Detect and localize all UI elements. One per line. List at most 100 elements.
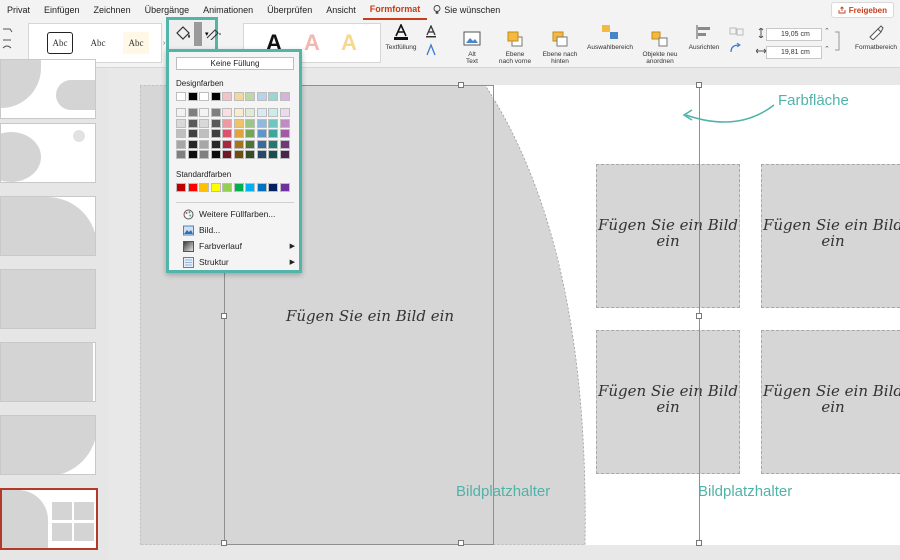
- theme-shade-swatch-1-0[interactable]: [176, 118, 186, 128]
- theme-shade-swatch-0-2[interactable]: [199, 108, 209, 117]
- theme-shade-swatch-1-7[interactable]: [256, 118, 267, 128]
- resize-handle-bl[interactable]: [221, 540, 227, 546]
- theme-color-swatch-5[interactable]: [233, 92, 244, 101]
- shape-width-field[interactable]: 19,81 cm: [766, 46, 822, 59]
- theme-shade-swatch-3-9[interactable]: [279, 139, 290, 149]
- standard-color-swatch-4[interactable]: [222, 183, 232, 192]
- standard-color-swatch-1[interactable]: [187, 183, 198, 192]
- theme-shade-swatch-4-1[interactable]: [187, 150, 198, 159]
- lock-aspect-icon[interactable]: [834, 30, 842, 52]
- slide-thumbnail-2[interactable]: [0, 123, 96, 183]
- theme-shade-swatch-4-3[interactable]: [210, 150, 221, 159]
- resize-handle-ml[interactable]: [221, 313, 227, 319]
- shape-style-sample-3[interactable]: Abc: [123, 32, 149, 54]
- theme-shade-swatch-0-0[interactable]: [176, 108, 186, 117]
- theme-shade-swatch-1-9[interactable]: [279, 118, 290, 128]
- theme-color-swatch-0[interactable]: [176, 92, 186, 101]
- tab-ansicht[interactable]: Ansicht: [319, 0, 363, 20]
- gradient-fill-item[interactable]: Farbverlauf ▶: [183, 239, 295, 253]
- theme-shade-swatch-0-9[interactable]: [279, 108, 290, 117]
- resize-handle-br[interactable]: [696, 540, 702, 546]
- theme-shade-swatch-2-4[interactable]: [222, 129, 232, 138]
- gallery-more-icon[interactable]: ›: [163, 40, 165, 47]
- picture-placeholder-1[interactable]: Fügen Sie ein Bild ein: [596, 164, 740, 308]
- standard-color-swatch-2[interactable]: [199, 183, 209, 192]
- theme-shade-swatch-2-2[interactable]: [199, 129, 209, 138]
- tell-me-box[interactable]: Sie wünschen: [427, 5, 500, 15]
- theme-shade-swatch-4-6[interactable]: [245, 150, 255, 159]
- insert-shapes-group[interactable]: [2, 26, 14, 58]
- standard-color-swatch-3[interactable]: [210, 183, 221, 192]
- tab-zeichnen[interactable]: Zeichnen: [87, 0, 138, 20]
- align-button[interactable]: Ausrichten: [684, 24, 724, 51]
- theme-shade-swatch-1-1[interactable]: [187, 118, 198, 128]
- theme-shade-swatch-3-0[interactable]: [176, 139, 186, 149]
- theme-shade-swatch-4-0[interactable]: [176, 150, 186, 159]
- tab-ueberpruefen[interactable]: Überprüfen: [260, 0, 319, 20]
- bring-forward-button[interactable]: Ebene nach vorne: [494, 24, 536, 65]
- theme-shade-swatch-2-5[interactable]: [233, 129, 244, 138]
- theme-color-swatch-2[interactable]: [199, 92, 209, 101]
- theme-shade-swatch-2-7[interactable]: [256, 129, 267, 138]
- standard-color-swatch-6[interactable]: [245, 183, 255, 192]
- resize-handle-bc[interactable]: [458, 540, 464, 546]
- theme-shade-swatch-3-4[interactable]: [222, 139, 232, 149]
- theme-shade-swatch-1-8[interactable]: [268, 118, 278, 128]
- theme-shade-swatch-3-6[interactable]: [245, 139, 255, 149]
- more-fill-colors-item[interactable]: Weitere Füllfarben...: [183, 207, 295, 221]
- theme-shade-swatch-3-2[interactable]: [199, 139, 209, 149]
- theme-color-swatch-9[interactable]: [279, 92, 290, 101]
- wordart-sample-3[interactable]: A: [341, 30, 357, 56]
- standard-color-swatch-9[interactable]: [279, 183, 290, 192]
- theme-shade-swatch-2-0[interactable]: [176, 129, 186, 138]
- standard-color-swatch-5[interactable]: [233, 183, 244, 192]
- theme-shade-swatch-3-7[interactable]: [256, 139, 267, 149]
- standard-color-swatch-0[interactable]: [176, 183, 186, 192]
- theme-shade-swatch-1-3[interactable]: [210, 118, 221, 128]
- resize-handle-tr[interactable]: [696, 82, 702, 88]
- theme-shade-swatch-1-2[interactable]: [199, 118, 209, 128]
- tab-privat[interactable]: Privat: [0, 0, 37, 20]
- theme-shade-swatch-3-1[interactable]: [187, 139, 198, 149]
- theme-shade-swatch-4-2[interactable]: [199, 150, 209, 159]
- theme-color-swatch-7[interactable]: [256, 92, 267, 101]
- picture-placeholder-4[interactable]: Fügen Sie ein Bild ein: [761, 330, 900, 474]
- theme-color-swatch-1[interactable]: [187, 92, 198, 101]
- theme-shade-swatch-4-9[interactable]: [279, 150, 290, 159]
- theme-color-swatch-6[interactable]: [245, 92, 255, 101]
- text-outline-effects[interactable]: [424, 24, 444, 61]
- group-rotate-buttons[interactable]: [728, 26, 748, 60]
- theme-shade-swatch-3-5[interactable]: [233, 139, 244, 149]
- standard-color-swatch-7[interactable]: [256, 183, 267, 192]
- theme-color-swatch-3[interactable]: [210, 92, 221, 101]
- theme-shade-swatch-3-8[interactable]: [268, 139, 278, 149]
- slide-thumbnail-4[interactable]: [0, 269, 96, 329]
- theme-shade-swatch-4-5[interactable]: [233, 150, 244, 159]
- picture-placeholder-2[interactable]: Fügen Sie ein Bild ein: [761, 164, 900, 308]
- theme-shade-swatch-2-3[interactable]: [210, 129, 221, 138]
- picture-fill-item[interactable]: Bild...: [183, 223, 295, 237]
- alt-text-button[interactable]: Alt Text: [457, 24, 487, 65]
- share-button[interactable]: Freigeben: [830, 2, 894, 18]
- shape-height-field[interactable]: 19,05 cm: [766, 28, 822, 41]
- theme-shade-swatch-1-4[interactable]: [222, 118, 232, 128]
- theme-shade-swatch-2-8[interactable]: [268, 129, 278, 138]
- send-backward-button[interactable]: Ebene nach hinten: [538, 24, 582, 65]
- theme-shade-swatch-2-9[interactable]: [279, 129, 290, 138]
- no-fill-option[interactable]: Keine Füllung: [176, 57, 294, 70]
- selection-pane-button[interactable]: Auswahlbereich: [584, 24, 636, 51]
- height-stepper[interactable]: ⌃: [824, 27, 830, 35]
- shape-style-sample-1[interactable]: Abc: [47, 32, 73, 54]
- theme-shade-swatch-0-4[interactable]: [222, 108, 232, 117]
- reorder-objects-button[interactable]: Objekte neu anordnen: [638, 24, 682, 65]
- theme-shade-swatch-2-1[interactable]: [187, 129, 198, 138]
- theme-shade-swatch-1-6[interactable]: [245, 118, 255, 128]
- format-pane-button[interactable]: Formatbereich: [852, 24, 900, 51]
- tab-formformat[interactable]: Formformat: [362, 1, 428, 20]
- theme-shade-swatch-3-3[interactable]: [210, 139, 221, 149]
- tab-einfuegen[interactable]: Einfügen: [37, 0, 87, 20]
- picture-placeholder-3[interactable]: Fügen Sie ein Bild ein: [596, 330, 740, 474]
- theme-shade-swatch-4-7[interactable]: [256, 150, 267, 159]
- slide-thumbnail-1[interactable]: [0, 59, 96, 119]
- theme-shade-swatch-0-3[interactable]: [210, 108, 221, 117]
